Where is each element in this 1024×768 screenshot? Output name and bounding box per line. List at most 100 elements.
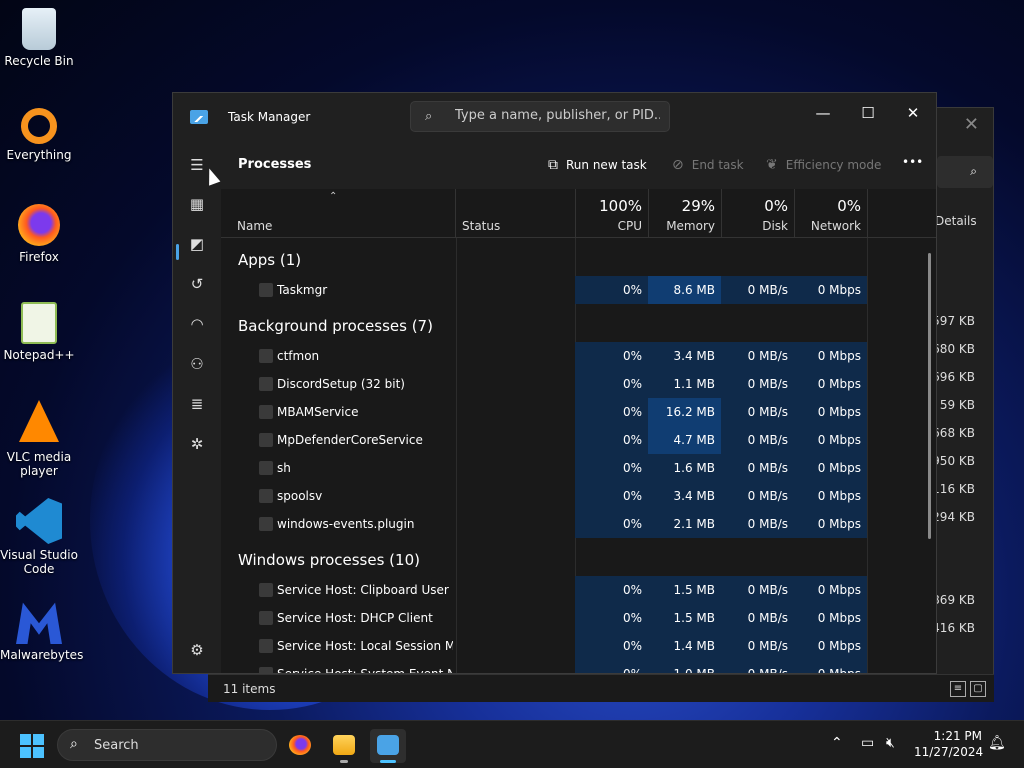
taskbar-search-label: Search [94,738,139,753]
taskbar-firefox[interactable] [282,729,318,763]
table-row[interactable]: sh 0% 1.6 MB 0 MB/s 0 Mbps [221,454,867,482]
desktop-icon-vlc[interactable]: VLC media player [0,400,78,478]
column-divider [867,238,868,673]
column-disk[interactable]: 0% Disk [722,189,795,237]
memory-cell: 8.6 MB [648,276,721,304]
run-new-task-button[interactable]: ⧉ Run new task [548,157,647,173]
end-task-label: End task [691,158,744,172]
cpu-cell: 0% [575,342,648,370]
desktop-icon-vscode[interactable]: Visual Studio Code [0,498,78,576]
network-cell: 0 Mbps [794,454,867,482]
efficiency-mode-button[interactable]: ❦ Efficiency mode [766,157,881,173]
table-row[interactable]: spoolsv 0% 3.4 MB 0 MB/s 0 Mbps [221,482,867,510]
background-window[interactable]: ✕ ⌕ Details 1,597 KB 2,680 KB 1,696 KB 5… [921,107,994,675]
process-name: sh [277,461,291,475]
table-row[interactable]: Service Host: Local Session M... 0% 1.4 … [221,632,867,660]
details-icon[interactable]: ≣ [181,388,213,420]
desktop-icon-everything[interactable]: Everything [0,108,78,162]
group-header-background[interactable]: Background processes (7) [238,312,433,340]
column-label: Disk [762,219,788,233]
services-icon[interactable]: ✲ [181,428,213,460]
item-count: 11 items [223,682,276,696]
vertical-scrollbar[interactable] [928,253,931,539]
network-cell: 0 Mbps [794,576,867,604]
minimize-button[interactable]: — [800,101,846,131]
process-icon [259,349,273,363]
memory-cell: 1.6 MB [648,454,721,482]
disk-cell: 0 MB/s [721,398,794,426]
firefox-icon [18,204,60,246]
column-cpu[interactable]: 100% CPU [576,189,649,237]
group-header-windows[interactable]: Windows processes (10) [238,546,420,574]
taskbar-search[interactable]: ⌕ Search [57,729,277,761]
nav-sidebar: ☰ ▦ ◩ ↺ ◠ ⚇ ≣ ✲ ⚙ [173,141,221,673]
table-row[interactable]: windows-events.plugin 0% 2.1 MB 0 MB/s 0… [221,510,867,538]
table-row[interactable]: Service Host: Clipboard User S... 0% 1.5… [221,576,867,604]
volume-muted-icon[interactable]: 🔇︎ [886,735,895,751]
users-icon[interactable]: ⚇ [181,348,213,380]
process-name: ctfmon [277,349,320,363]
notification-bell-icon[interactable]: 🔔︎ [988,735,1006,751]
maximize-button[interactable]: ☐ [845,101,891,131]
task-manager-window[interactable]: Task Manager ⌕ — ☐ ✕ ☰ ▦ ◩ ↺ ◠ ⚇ ≣ ✲ ⚙ P… [172,92,937,674]
column-network[interactable]: 0% Network [795,189,868,237]
clock-date: 11/27/2024 [914,745,984,759]
taskbar-task-manager[interactable] [370,729,406,763]
desktop-icon-label: Malwarebytes [0,648,84,662]
close-button[interactable]: ✕ [890,101,936,131]
desktop-icon-malwarebytes[interactable]: Malwarebytes [0,598,84,662]
table-row[interactable]: DiscordSetup (32 bit) 0% 1.1 MB 0 MB/s 0… [221,370,867,398]
memory-cell: 1.1 MB [648,370,721,398]
search-input[interactable] [455,108,660,123]
column-total: 0% [837,197,861,215]
tab-details[interactable]: Details [935,214,977,228]
more-options-button[interactable]: ••• [902,155,923,169]
title-bar[interactable]: Task Manager ⌕ — ☐ ✕ [173,93,936,141]
table-row[interactable]: Service Host: DHCP Client 0% 1.5 MB 0 MB… [221,604,867,632]
everything-icon [21,108,57,144]
process-table: ⌃ Name Status 100% CPU 29% Memory 0% Dis… [221,189,936,673]
desktop-icon-recycle-bin[interactable]: Recycle Bin [0,8,78,68]
table-row[interactable]: MBAMService 0% 16.2 MB 0 MB/s 0 Mbps [221,398,867,426]
column-name[interactable]: ⌃ Name [221,189,456,237]
settings-icon[interactable]: ⚙ [181,634,213,666]
taskbar-file-explorer[interactable] [326,729,362,763]
close-icon[interactable]: ✕ [964,114,979,135]
disk-cell: 0 MB/s [721,482,794,510]
search-box[interactable]: ⌕ [410,101,670,132]
desktop-icon-notepadpp[interactable]: Notepad++ [0,302,78,362]
search-button[interactable]: ⌕ [937,156,993,188]
running-indicator [380,760,396,763]
table-row[interactable]: Service Host: System Event No... 0% 1.0 … [221,660,867,673]
app-history-icon[interactable]: ↺ [181,268,213,300]
vscode-icon [16,498,62,544]
end-task-button[interactable]: ⊘ End task [672,157,744,173]
chevron-up-icon[interactable]: ⌃ [831,735,843,751]
table-row[interactable]: Taskmgr 0% 8.6 MB 0 MB/s 0 Mbps [221,276,867,304]
status-bar: 11 items ≡ ▢ [208,674,994,702]
process-icon [259,405,273,419]
start-button[interactable] [20,734,44,758]
process-name: Service Host: Clipboard User S... [277,583,453,597]
network-cell: 0 Mbps [794,632,867,660]
network-icon[interactable]: ▭ [861,735,874,751]
column-memory[interactable]: 29% Memory [649,189,722,237]
group-header-apps[interactable]: Apps (1) [238,246,301,274]
table-row[interactable]: ctfmon 0% 3.4 MB 0 MB/s 0 Mbps [221,342,867,370]
window-title: Task Manager [228,110,311,124]
processes-icon[interactable]: ▦ [181,188,213,220]
tiles-view-icon[interactable]: ▢ [970,681,986,697]
cpu-cell: 0% [575,426,648,454]
performance-icon[interactable]: ◩ [181,228,213,260]
desktop-icon-label: Visual Studio Code [0,548,78,576]
column-label: Status [462,219,501,233]
desktop-icon-firefox[interactable]: Firefox [0,204,78,264]
column-status[interactable]: Status [456,189,576,237]
table-row[interactable]: MpDefenderCoreService 0% 4.7 MB 0 MB/s 0… [221,426,867,454]
startup-icon[interactable]: ◠ [181,308,213,340]
details-view-icon[interactable]: ≡ [950,681,966,697]
memory-cell: 2.1 MB [648,510,721,538]
network-cell: 0 Mbps [794,604,867,632]
clock[interactable]: 1:21 PM 11/27/2024 [914,728,984,760]
search-icon: ⌕ [70,736,78,752]
